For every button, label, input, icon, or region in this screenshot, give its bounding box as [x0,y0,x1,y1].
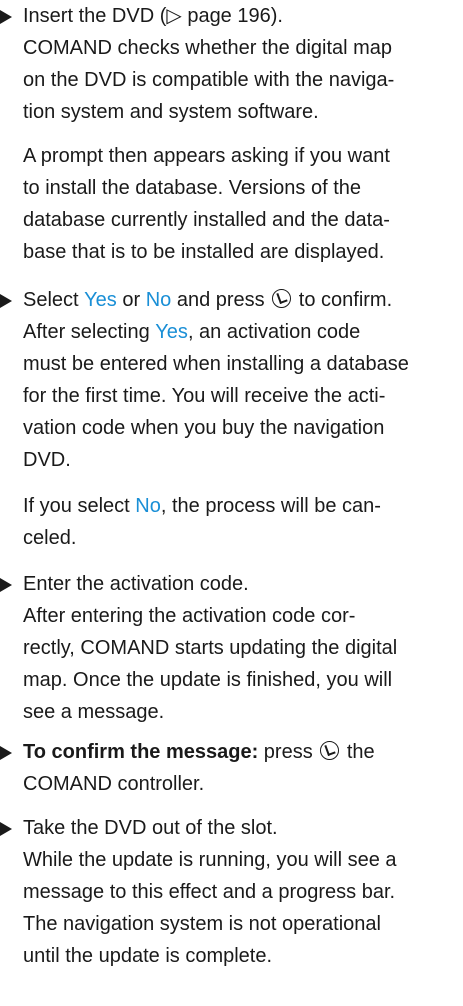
controller-press-icon [272,289,292,308]
para-line: A prompt then appears asking if you want [23,145,390,167]
step-text-line: Take the DVD out of the slot. [23,817,278,839]
step-text-line: While the update is running, you will se… [23,849,397,871]
step-text-line: until the update is complete. [23,945,273,967]
step-text-line: Insert the DVD (▷ page 196). [23,5,283,27]
text: , the process will be can- [160,495,381,517]
text: press [258,741,319,763]
step-text-line: vation code when you buy the navigation [23,417,385,439]
step-text-line: tion system and system software. [23,101,319,123]
cancel-paragraph: If you select No, the process will be ca… [0,490,463,554]
step-text-line: COMAND controller. [23,773,205,795]
step-text-line: for the first time. You will receive the… [23,385,386,407]
step-text-line: To confirm the message: press the [0,736,463,768]
controller-press-icon [320,741,340,760]
step-text-line: must be entered when installing a databa… [23,353,409,375]
para-line: celed. [23,527,77,549]
manual-page: Insert the DVD (▷ page 196). COMAND chec… [0,0,463,1006]
text: the [341,741,375,763]
step-select-yes-no: Select Yes or No and press to confirm. A… [0,284,463,476]
step-confirm-message: To confirm the message: press the COMAND… [0,736,463,800]
no-option: No [135,495,161,517]
para-line: to install the database. Versions of the [23,177,361,199]
yes-option: Yes [84,289,117,311]
step-text-line: The navigation system is not operational [23,913,381,935]
text: If you select [23,495,136,517]
step-text-line: Select Yes or No and press to confirm. [0,284,463,316]
bullet-arrow-icon [0,578,12,592]
step-remove-dvd: Take the DVD out of the slot. While the … [0,812,463,972]
bullet-arrow-icon [0,294,12,308]
step-insert-dvd: Insert the DVD (▷ page 196). COMAND chec… [0,0,463,128]
para-line: If you select No, the process will be ca… [0,490,463,522]
step-text-line: see a message. [23,701,165,723]
step-text-line: Enter the activation code. [23,573,249,595]
bullet-arrow-icon [0,746,12,760]
step-enter-code: Enter the activation code. After enterin… [0,568,463,728]
prompt-paragraph: A prompt then appears asking if you want… [0,140,463,268]
no-option: No [145,289,172,311]
bullet-arrow-icon [0,10,12,24]
text: , an activation code [187,321,361,343]
text: Select [23,289,85,311]
step-text-line: COMAND checks whether the digital map [23,37,393,59]
step-text-line: on the DVD is compatible with the naviga… [23,69,395,91]
text: After selecting [23,321,156,343]
text: and press [171,289,271,311]
bullet-arrow-icon [0,822,12,836]
text: or [116,289,146,311]
step-text-line: DVD. [23,449,71,471]
para-line: base that is to be installed are display… [23,241,385,263]
step-text-line: rectly, COMAND starts updating the digit… [23,637,398,659]
bold-label: To confirm the message: [23,741,259,763]
step-text-line: message to this effect and a progress ba… [23,881,396,903]
step-text-line: After selecting Yes, an activation code [0,316,463,348]
step-text-line: map. Once the update is finished, you wi… [23,669,393,691]
step-text-line: After entering the activation code cor- [23,605,356,627]
text: to confirm. [293,289,393,311]
yes-option: Yes [155,321,188,343]
para-line: database currently installed and the dat… [23,209,390,231]
